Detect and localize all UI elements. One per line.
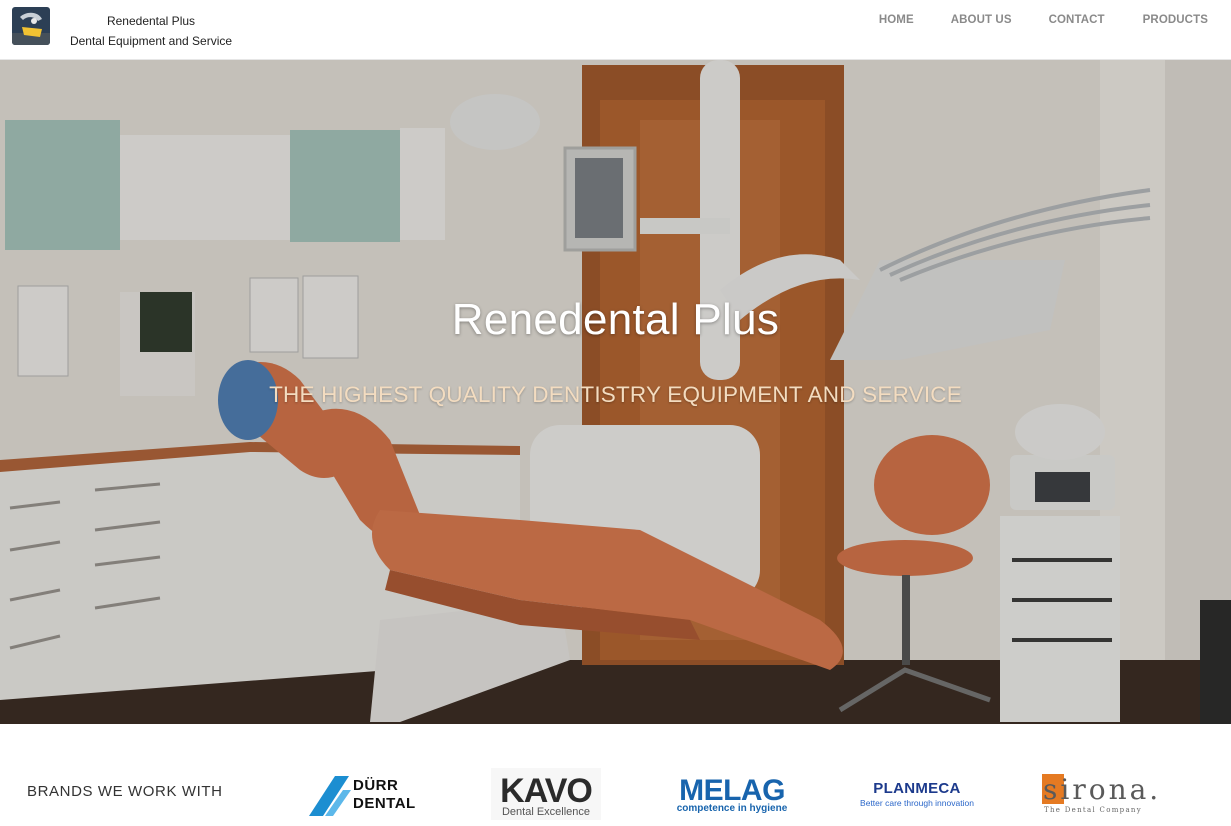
durr-name: DÜRR bbox=[353, 777, 399, 794]
nav-about-us-link[interactable]: ABOUT US bbox=[951, 10, 1012, 30]
durr-name-line2: DENTAL bbox=[353, 795, 416, 812]
sirona-tagline: The Dental Company bbox=[1044, 806, 1142, 814]
hero-title: Renedental Plus bbox=[451, 295, 780, 344]
melag-logo[interactable]: MELAG competence in hygiene bbox=[670, 774, 794, 818]
hero-subtitle: THE HIGHEST QUALITY DENTISTRY EQUIPMENT … bbox=[269, 382, 962, 407]
kavo-logo[interactable]: KAVO Dental Excellence bbox=[491, 768, 601, 820]
main-nav: HOME ABOUT US CONTACT PRODUCTS bbox=[879, 10, 1208, 30]
site-header: Renedental Plus Dental Equipment and Ser… bbox=[0, 0, 1231, 60]
durr-mark-icon bbox=[309, 776, 351, 816]
planmeca-tagline: Better care through innovation bbox=[860, 798, 974, 808]
nav-contact-link[interactable]: CONTACT bbox=[1049, 10, 1105, 30]
brand-block: Renedental Plus Dental Equipment and Ser… bbox=[60, 11, 242, 51]
sirona-name: sirona. bbox=[1043, 773, 1162, 806]
hero-banner: Renedental Plus THE HIGHEST QUALITY DENT… bbox=[0, 60, 1231, 724]
site-name: Renedental Plus bbox=[106, 14, 196, 28]
nav-home-link[interactable]: HOME bbox=[879, 10, 914, 30]
site-logo[interactable] bbox=[12, 7, 50, 45]
planmeca-name: PLANMECA bbox=[873, 780, 961, 797]
kavo-tagline: Dental Excellence bbox=[501, 806, 591, 818]
nav-products-link[interactable]: PRODUCTS bbox=[1143, 10, 1208, 30]
brands-section: BRANDS WE WORK WITH DÜRR DENTAL KAVO Den… bbox=[0, 724, 1231, 826]
melag-tagline: competence in hygiene bbox=[676, 803, 788, 814]
site-tagline: Dental Equipment and Service bbox=[69, 34, 233, 48]
sirona-logo[interactable]: sirona. The Dental Company bbox=[1040, 772, 1162, 818]
planmeca-logo[interactable]: PLANMECA Better care through innovation bbox=[855, 780, 979, 810]
durr-dental-logo[interactable]: DÜRR DENTAL bbox=[305, 768, 423, 820]
brands-heading: BRANDS WE WORK WITH bbox=[27, 783, 223, 800]
